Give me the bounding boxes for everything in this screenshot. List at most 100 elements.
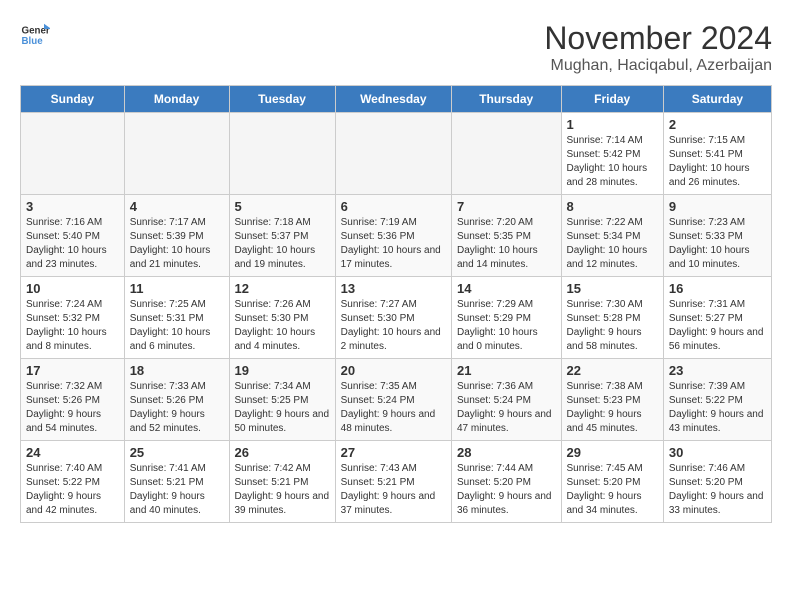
calendar-cell: 27 Sunrise: 7:43 AM Sunset: 5:21 PM Dayli… xyxy=(335,441,451,523)
day-number: 28 xyxy=(457,445,556,460)
day-number: 22 xyxy=(567,363,658,378)
day-number: 27 xyxy=(341,445,446,460)
title-section: November 2024 Mughan, Haciqabul, Azerbai… xyxy=(544,20,772,75)
day-info: Sunrise: 7:23 AM Sunset: 5:33 PM Dayligh… xyxy=(669,216,766,272)
day-number: 13 xyxy=(341,281,446,296)
calendar-cell: 20 Sunrise: 7:35 AM Sunset: 5:24 PM Dayli… xyxy=(335,359,451,441)
day-number: 30 xyxy=(669,445,766,460)
calendar-cell: 21Sunrise: 7:36 AM Sunset: 5:24 PM Dayli… xyxy=(451,359,561,441)
day-number: 24 xyxy=(26,445,119,460)
calendar-cell: 24 Sunrise: 7:40 AM Sunset: 5:22 PM Dayli… xyxy=(21,441,125,523)
calendar-cell: 7 Sunrise: 7:20 AM Sunset: 5:35 PM Daylig… xyxy=(451,195,561,277)
day-info: Sunrise: 7:46 AM Sunset: 5:20 PM Dayligh… xyxy=(669,462,766,518)
day-info: Sunrise: 7:16 AM Sunset: 5:40 PM Dayligh… xyxy=(26,216,119,272)
day-number: 11 xyxy=(130,281,224,296)
day-number: 7 xyxy=(457,199,556,214)
day-number: 3 xyxy=(26,199,119,214)
calendar-cell: 19Sunrise: 7:34 AM Sunset: 5:25 PM Dayli… xyxy=(229,359,335,441)
calendar-cell: 1 Sunrise: 7:14 AM Sunset: 5:42 PM Daylig… xyxy=(561,113,663,195)
day-number: 5 xyxy=(235,199,330,214)
week-row-1: 1 Sunrise: 7:14 AM Sunset: 5:42 PM Daylig… xyxy=(21,113,772,195)
day-info: Sunrise: 7:17 AM Sunset: 5:39 PM Dayligh… xyxy=(130,216,224,272)
day-info: Sunrise: 7:25 AM Sunset: 5:31 PM Dayligh… xyxy=(130,298,224,354)
day-number: 12 xyxy=(235,281,330,296)
calendar-cell: 22 Sunrise: 7:38 AM Sunset: 5:23 PM Dayli… xyxy=(561,359,663,441)
day-info: Sunrise: 7:26 AM Sunset: 5:30 PM Dayligh… xyxy=(235,298,330,354)
weekday-header-monday: Monday xyxy=(124,86,229,113)
calendar-cell: 5 Sunrise: 7:18 AM Sunset: 5:37 PM Daylig… xyxy=(229,195,335,277)
day-number: 23 xyxy=(669,363,766,378)
week-row-2: 3 Sunrise: 7:16 AM Sunset: 5:40 PM Daylig… xyxy=(21,195,772,277)
calendar-cell: 15 Sunrise: 7:30 AM Sunset: 5:28 PM Dayli… xyxy=(561,277,663,359)
calendar-cell: 17Sunrise: 7:32 AM Sunset: 5:26 PM Dayli… xyxy=(21,359,125,441)
day-info: Sunrise: 7:18 AM Sunset: 5:37 PM Dayligh… xyxy=(235,216,330,272)
calendar-cell: 10Sunrise: 7:24 AM Sunset: 5:32 PM Dayli… xyxy=(21,277,125,359)
logo-icon: General Blue xyxy=(20,20,50,50)
page-header: General Blue November 2024 Mughan, Haciq… xyxy=(20,20,772,75)
day-info: Sunrise: 7:30 AM Sunset: 5:28 PM Dayligh… xyxy=(567,298,658,354)
day-number: 25 xyxy=(130,445,224,460)
calendar-cell: 2 Sunrise: 7:15 AM Sunset: 5:41 PM Daylig… xyxy=(663,113,771,195)
calendar-cell xyxy=(451,113,561,195)
weekday-header-friday: Friday xyxy=(561,86,663,113)
day-info: Sunrise: 7:40 AM Sunset: 5:22 PM Dayligh… xyxy=(26,462,119,518)
day-info: Sunrise: 7:41 AM Sunset: 5:21 PM Dayligh… xyxy=(130,462,224,518)
weekday-header-row: SundayMondayTuesdayWednesdayThursdayFrid… xyxy=(21,86,772,113)
day-info: Sunrise: 7:14 AM Sunset: 5:42 PM Dayligh… xyxy=(567,134,658,190)
weekday-header-thursday: Thursday xyxy=(451,86,561,113)
calendar-cell xyxy=(21,113,125,195)
week-row-3: 10Sunrise: 7:24 AM Sunset: 5:32 PM Dayli… xyxy=(21,277,772,359)
day-number: 16 xyxy=(669,281,766,296)
day-number: 14 xyxy=(457,281,556,296)
weekday-header-sunday: Sunday xyxy=(21,86,125,113)
calendar-cell xyxy=(124,113,229,195)
day-info: Sunrise: 7:34 AM Sunset: 5:25 PM Dayligh… xyxy=(235,380,330,436)
calendar-cell: 8Sunrise: 7:22 AM Sunset: 5:34 PM Daylig… xyxy=(561,195,663,277)
calendar-cell: 26Sunrise: 7:42 AM Sunset: 5:21 PM Dayli… xyxy=(229,441,335,523)
calendar-cell: 12 Sunrise: 7:26 AM Sunset: 5:30 PM Dayli… xyxy=(229,277,335,359)
day-number: 8 xyxy=(567,199,658,214)
day-number: 26 xyxy=(235,445,330,460)
calendar-table: SundayMondayTuesdayWednesdayThursdayFrid… xyxy=(20,85,772,523)
calendar-cell: 29Sunrise: 7:45 AM Sunset: 5:20 PM Dayli… xyxy=(561,441,663,523)
calendar-cell: 28Sunrise: 7:44 AM Sunset: 5:20 PM Dayli… xyxy=(451,441,561,523)
day-info: Sunrise: 7:19 AM Sunset: 5:36 PM Dayligh… xyxy=(341,216,446,272)
location-subtitle: Mughan, Haciqabul, Azerbaijan xyxy=(544,57,772,75)
day-info: Sunrise: 7:38 AM Sunset: 5:23 PM Dayligh… xyxy=(567,380,658,436)
weekday-header-tuesday: Tuesday xyxy=(229,86,335,113)
logo: General Blue xyxy=(20,20,50,50)
week-row-5: 24 Sunrise: 7:40 AM Sunset: 5:22 PM Dayli… xyxy=(21,441,772,523)
day-info: Sunrise: 7:27 AM Sunset: 5:30 PM Dayligh… xyxy=(341,298,446,354)
day-number: 29 xyxy=(567,445,658,460)
day-info: Sunrise: 7:35 AM Sunset: 5:24 PM Dayligh… xyxy=(341,380,446,436)
calendar-cell: 18 Sunrise: 7:33 AM Sunset: 5:26 PM Dayli… xyxy=(124,359,229,441)
day-number: 1 xyxy=(567,117,658,132)
day-info: Sunrise: 7:32 AM Sunset: 5:26 PM Dayligh… xyxy=(26,380,119,436)
calendar-cell: 13 Sunrise: 7:27 AM Sunset: 5:30 PM Dayli… xyxy=(335,277,451,359)
day-info: Sunrise: 7:43 AM Sunset: 5:21 PM Dayligh… xyxy=(341,462,446,518)
day-number: 9 xyxy=(669,199,766,214)
day-number: 4 xyxy=(130,199,224,214)
day-number: 15 xyxy=(567,281,658,296)
calendar-cell: 9 Sunrise: 7:23 AM Sunset: 5:33 PM Daylig… xyxy=(663,195,771,277)
day-info: Sunrise: 7:33 AM Sunset: 5:26 PM Dayligh… xyxy=(130,380,224,436)
day-info: Sunrise: 7:24 AM Sunset: 5:32 PM Dayligh… xyxy=(26,298,119,354)
day-info: Sunrise: 7:20 AM Sunset: 5:35 PM Dayligh… xyxy=(457,216,556,272)
day-number: 18 xyxy=(130,363,224,378)
day-info: Sunrise: 7:39 AM Sunset: 5:22 PM Dayligh… xyxy=(669,380,766,436)
calendar-cell: 11 Sunrise: 7:25 AM Sunset: 5:31 PM Dayli… xyxy=(124,277,229,359)
day-number: 2 xyxy=(669,117,766,132)
calendar-cell: 23 Sunrise: 7:39 AM Sunset: 5:22 PM Dayli… xyxy=(663,359,771,441)
calendar-cell: 30 Sunrise: 7:46 AM Sunset: 5:20 PM Dayli… xyxy=(663,441,771,523)
calendar-cell: 16 Sunrise: 7:31 AM Sunset: 5:27 PM Dayli… xyxy=(663,277,771,359)
day-info: Sunrise: 7:15 AM Sunset: 5:41 PM Dayligh… xyxy=(669,134,766,190)
day-number: 20 xyxy=(341,363,446,378)
calendar-cell xyxy=(335,113,451,195)
day-info: Sunrise: 7:29 AM Sunset: 5:29 PM Dayligh… xyxy=(457,298,556,354)
calendar-cell: 25 Sunrise: 7:41 AM Sunset: 5:21 PM Dayli… xyxy=(124,441,229,523)
day-info: Sunrise: 7:31 AM Sunset: 5:27 PM Dayligh… xyxy=(669,298,766,354)
day-info: Sunrise: 7:36 AM Sunset: 5:24 PM Dayligh… xyxy=(457,380,556,436)
calendar-cell xyxy=(229,113,335,195)
month-title: November 2024 xyxy=(544,20,772,57)
svg-text:Blue: Blue xyxy=(22,36,44,47)
